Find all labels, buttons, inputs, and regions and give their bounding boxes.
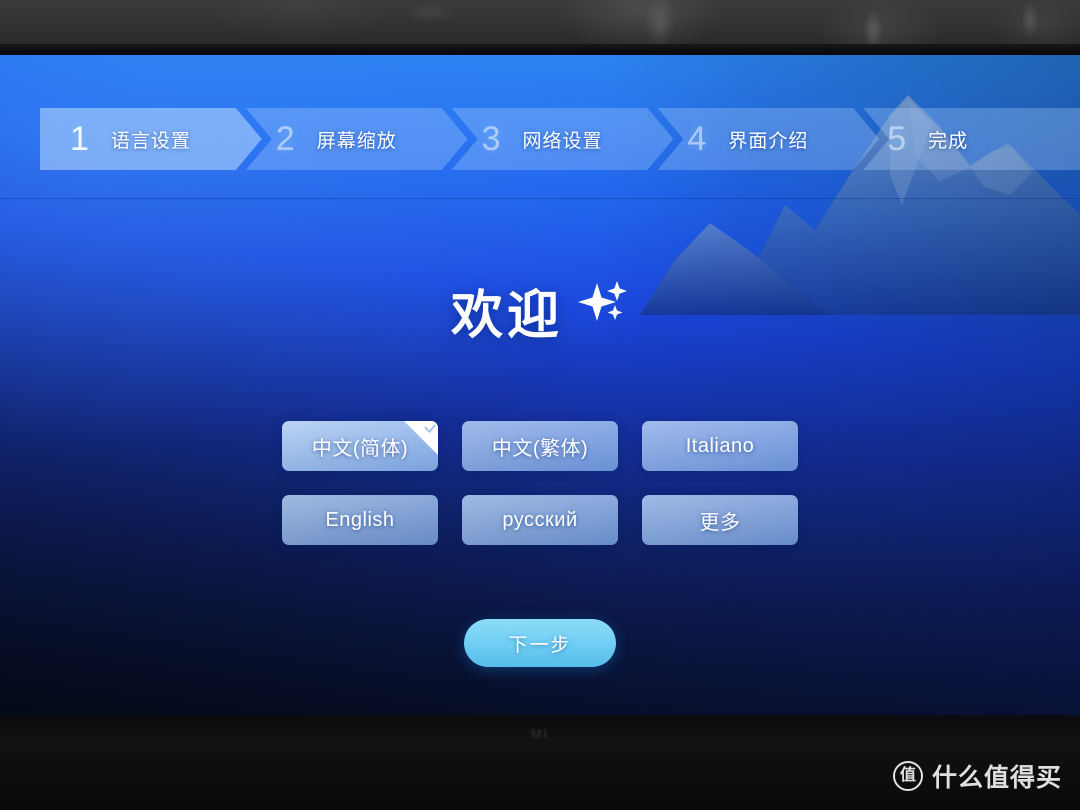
language-button-more[interactable]: 更多 <box>642 495 798 545</box>
step-label: 语言设置 <box>110 130 191 152</box>
language-button-label: 中文(简体) <box>311 437 409 460</box>
step-number: 2 <box>275 120 295 158</box>
next-step-button[interactable]: 下一步 <box>464 619 616 667</box>
watermark: 值 什么值得买 <box>892 758 1062 794</box>
language-button-label: русский <box>502 508 578 531</box>
step-label: 网络设置 <box>522 130 603 152</box>
welcome-heading: 欢迎 <box>0 273 1080 348</box>
selected-check-corner-icon <box>404 421 438 455</box>
page-title: 欢迎 <box>450 287 563 345</box>
language-button-label: 更多 <box>699 511 741 534</box>
language-button-russian[interactable]: русский <box>462 495 618 545</box>
step-number: 1 <box>70 120 89 158</box>
mi-brand-logo: MI <box>530 726 550 741</box>
step-item-5[interactable]: 5 完成 <box>863 108 1080 170</box>
language-button-chinese-simplified[interactable]: 中文(简体) <box>282 421 438 471</box>
language-button-label: 中文(繁体) <box>491 437 589 460</box>
language-button-label: English <box>325 508 395 531</box>
tv-screen-panel: 1 语言设置 2 屏幕缩放 3 网络设置 4 界面介绍 5 完成 欢迎 中文(简… <box>0 55 1080 715</box>
language-button-english[interactable]: English <box>282 495 438 545</box>
setup-step-progress-bar: 1 语言设置 2 屏幕缩放 3 网络设置 4 界面介绍 5 完成 <box>40 108 1080 170</box>
language-row-1: 中文(简体) 中文(繁体) Italiano <box>282 421 798 471</box>
language-button-label: Italiano <box>685 434 755 457</box>
language-selection-grid: 中文(简体) 中文(繁体) Italiano English русский 更… <box>0 421 1080 545</box>
header-divider <box>0 198 1080 199</box>
tv-photo-scene: 1 语言设置 2 屏幕缩放 3 网络设置 4 界面介绍 5 完成 欢迎 中文(简… <box>0 0 1080 810</box>
step-label: 屏幕缩放 <box>316 130 397 152</box>
watermark-text: 什么值得买 <box>931 764 1062 792</box>
step-item-1[interactable]: 1 语言设置 <box>40 108 262 170</box>
step-label: 完成 <box>928 130 969 152</box>
step-item-2[interactable]: 2 屏幕缩放 <box>246 108 468 170</box>
next-step-button-label: 下一步 <box>508 634 572 656</box>
language-button-chinese-traditional[interactable]: 中文(繁体) <box>462 421 618 471</box>
step-number: 5 <box>887 120 907 158</box>
language-button-italiano[interactable]: Italiano <box>642 421 798 471</box>
step-number: 4 <box>687 120 707 158</box>
step-item-4[interactable]: 4 界面介绍 <box>657 108 879 170</box>
sparkle-icon <box>577 279 629 332</box>
step-label: 界面介绍 <box>728 130 809 152</box>
language-row-2: English русский 更多 <box>282 495 798 545</box>
step-number: 3 <box>481 120 501 158</box>
step-item-3[interactable]: 3 网络设置 <box>452 108 674 170</box>
watermark-badge-icon: 值 <box>892 761 923 791</box>
